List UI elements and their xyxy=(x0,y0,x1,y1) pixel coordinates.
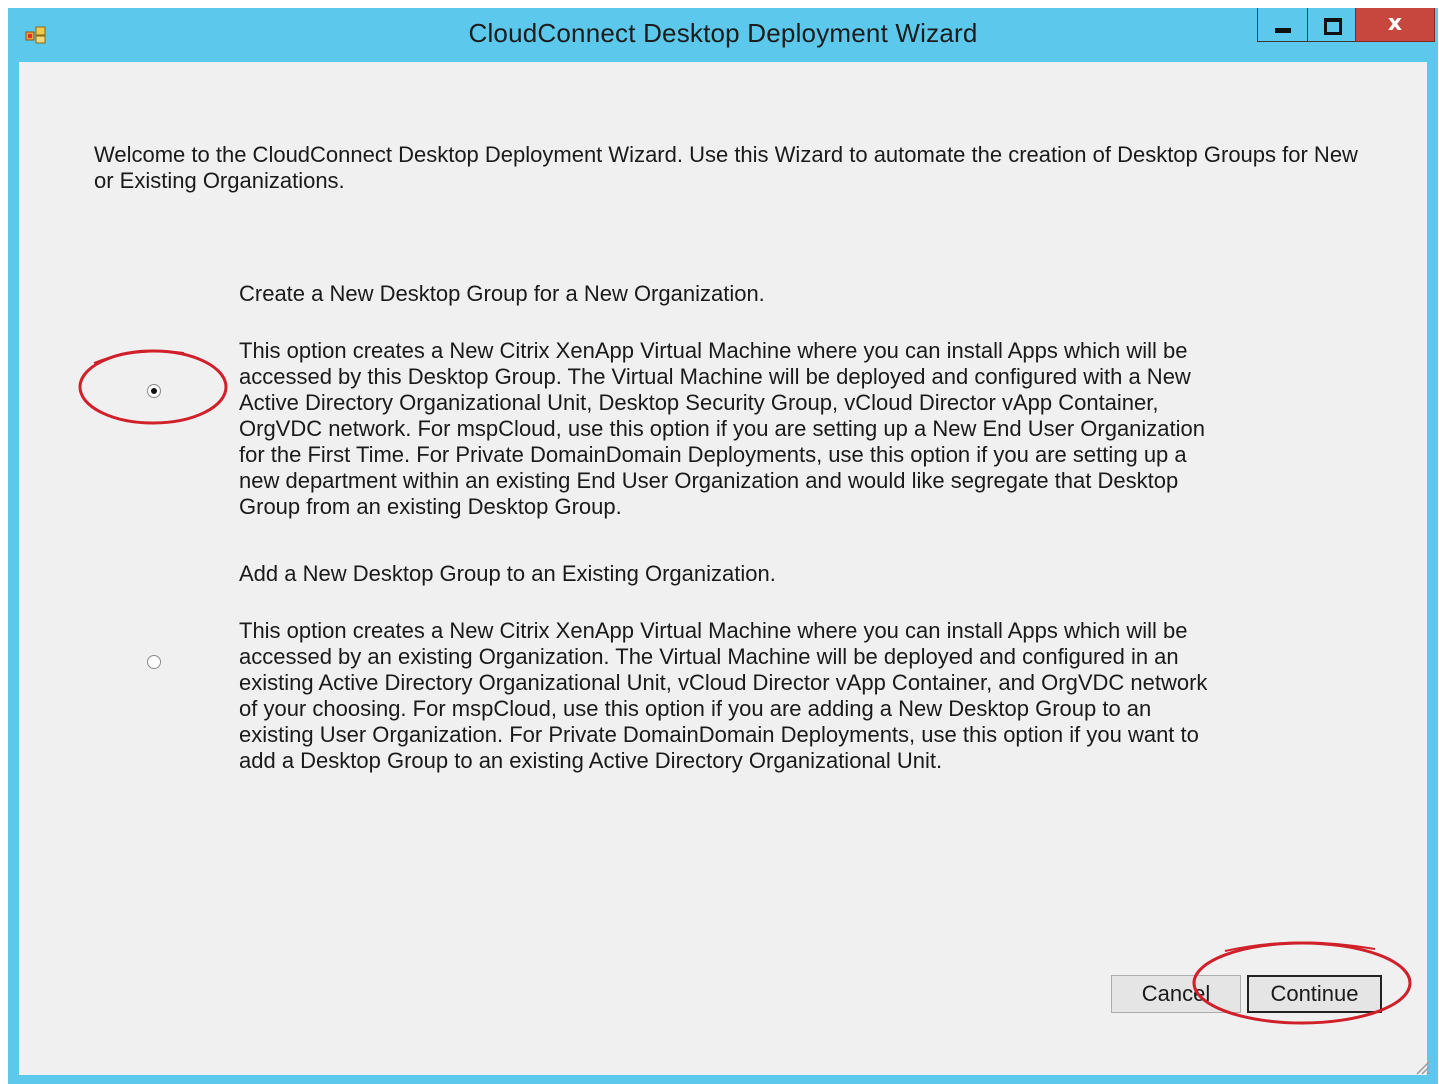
radio-new-organization[interactable] xyxy=(147,384,161,398)
wizard-client-area: Welcome to the CloudConnect Desktop Depl… xyxy=(19,62,1430,1075)
resize-grip-icon[interactable] xyxy=(1412,1057,1430,1075)
option-heading-existing-organization: Add a New Desktop Group to an Existing O… xyxy=(239,561,776,586)
close-button[interactable]: x xyxy=(1355,8,1435,42)
minimize-icon xyxy=(1275,28,1291,33)
option-description-existing-organization: This option creates a New Citrix XenApp … xyxy=(239,618,1208,773)
welcome-text: Welcome to the CloudConnect Desktop Depl… xyxy=(94,142,1358,193)
wizard-window: CloudConnect Desktop Deployment Wizard x… xyxy=(8,8,1438,1084)
maximize-button[interactable] xyxy=(1307,8,1355,42)
option-heading-new-organization: Create a New Desktop Group for a New Org… xyxy=(239,281,765,306)
option-description-new-organization: This option creates a New Citrix XenApp … xyxy=(239,338,1206,519)
title-bar[interactable]: CloudConnect Desktop Deployment Wizard x xyxy=(8,8,1438,62)
close-icon: x xyxy=(1387,11,1403,36)
cancel-button[interactable]: Cancel xyxy=(1111,975,1241,1013)
continue-button[interactable]: Continue xyxy=(1247,975,1382,1013)
maximize-icon xyxy=(1324,18,1342,35)
radio-selected-dot xyxy=(151,388,157,394)
radio-existing-organization[interactable] xyxy=(147,655,161,669)
minimize-button[interactable] xyxy=(1257,8,1307,42)
window-title: CloudConnect Desktop Deployment Wizard xyxy=(468,18,978,48)
